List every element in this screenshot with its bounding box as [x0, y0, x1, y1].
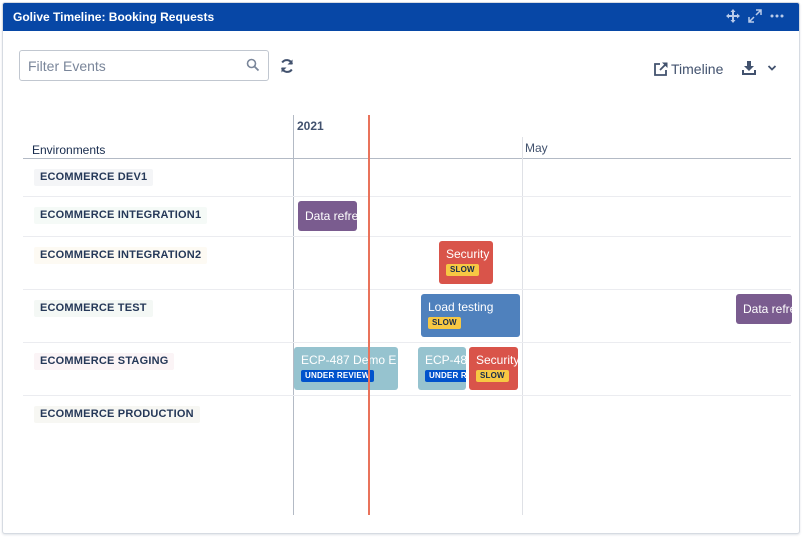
environment-label-staging: ECOMMERCE STAGING [34, 353, 175, 370]
month-label: May [525, 141, 548, 155]
download-icon [742, 61, 756, 75]
expand-icon[interactable] [747, 9, 763, 25]
environments-header: Environments [32, 143, 106, 157]
row-divider [23, 289, 791, 290]
refresh-icon[interactable] [279, 58, 297, 76]
event-security[interactable]: Security SLOW [439, 241, 493, 284]
status-badge: SLOW [476, 370, 509, 382]
today-marker [368, 115, 370, 515]
environment-label-dev1: ECOMMERCE DEV1 [34, 169, 154, 186]
event-ecp-48[interactable]: ECP-48 UNDER REVIEW [418, 347, 466, 390]
event-security-staging[interactable]: Security SLOW [469, 347, 518, 390]
filter-events-input[interactable] [20, 51, 240, 80]
row-divider [23, 395, 791, 396]
status-badge: SLOW [428, 317, 461, 329]
event-data-refresh-test[interactable]: Data refresh [736, 294, 792, 324]
year-label: 2021 [297, 119, 324, 133]
external-link-icon [654, 62, 668, 76]
header-divider [23, 158, 791, 159]
timeline-gadget: Golive Timeline: Booking Requests Filter… [2, 2, 800, 534]
event-load-testing[interactable]: Load testing SLOW [421, 294, 520, 337]
row-divider [23, 196, 791, 197]
status-badge: UNDER REVIEW [301, 370, 374, 382]
chevron-down-icon [767, 65, 777, 71]
event-data-refresh[interactable]: Data refresh [298, 201, 357, 231]
environment-label-integration2: ECOMMERCE INTEGRATION2 [34, 247, 208, 264]
status-badge: SLOW [446, 264, 479, 276]
gadget-titlebar: Golive Timeline: Booking Requests [3, 3, 799, 31]
environment-label-production: ECOMMERCE PRODUCTION [34, 406, 200, 423]
month-gridline [522, 137, 523, 515]
environment-label-test: ECOMMERCE TEST [34, 300, 153, 317]
more-icon[interactable] [769, 9, 785, 25]
download-button[interactable] [741, 58, 781, 78]
timeline-button-label: Timeline [671, 61, 724, 77]
status-badge: UNDER REVIEW [425, 370, 466, 382]
gadget-title: Golive Timeline: Booking Requests [13, 10, 215, 24]
row-divider [23, 236, 791, 237]
search-icon[interactable] [246, 58, 262, 74]
event-ecp-487-demo[interactable]: ECP-487 Demo E UNDER REVIEW [294, 347, 398, 390]
move-icon[interactable] [725, 9, 741, 25]
row-divider [23, 342, 791, 343]
timeline-button[interactable]: Timeline [653, 59, 723, 79]
environment-label-integration1: ECOMMERCE INTEGRATION1 [34, 207, 208, 224]
search-box [19, 50, 269, 81]
timeline-start-line [293, 115, 294, 515]
